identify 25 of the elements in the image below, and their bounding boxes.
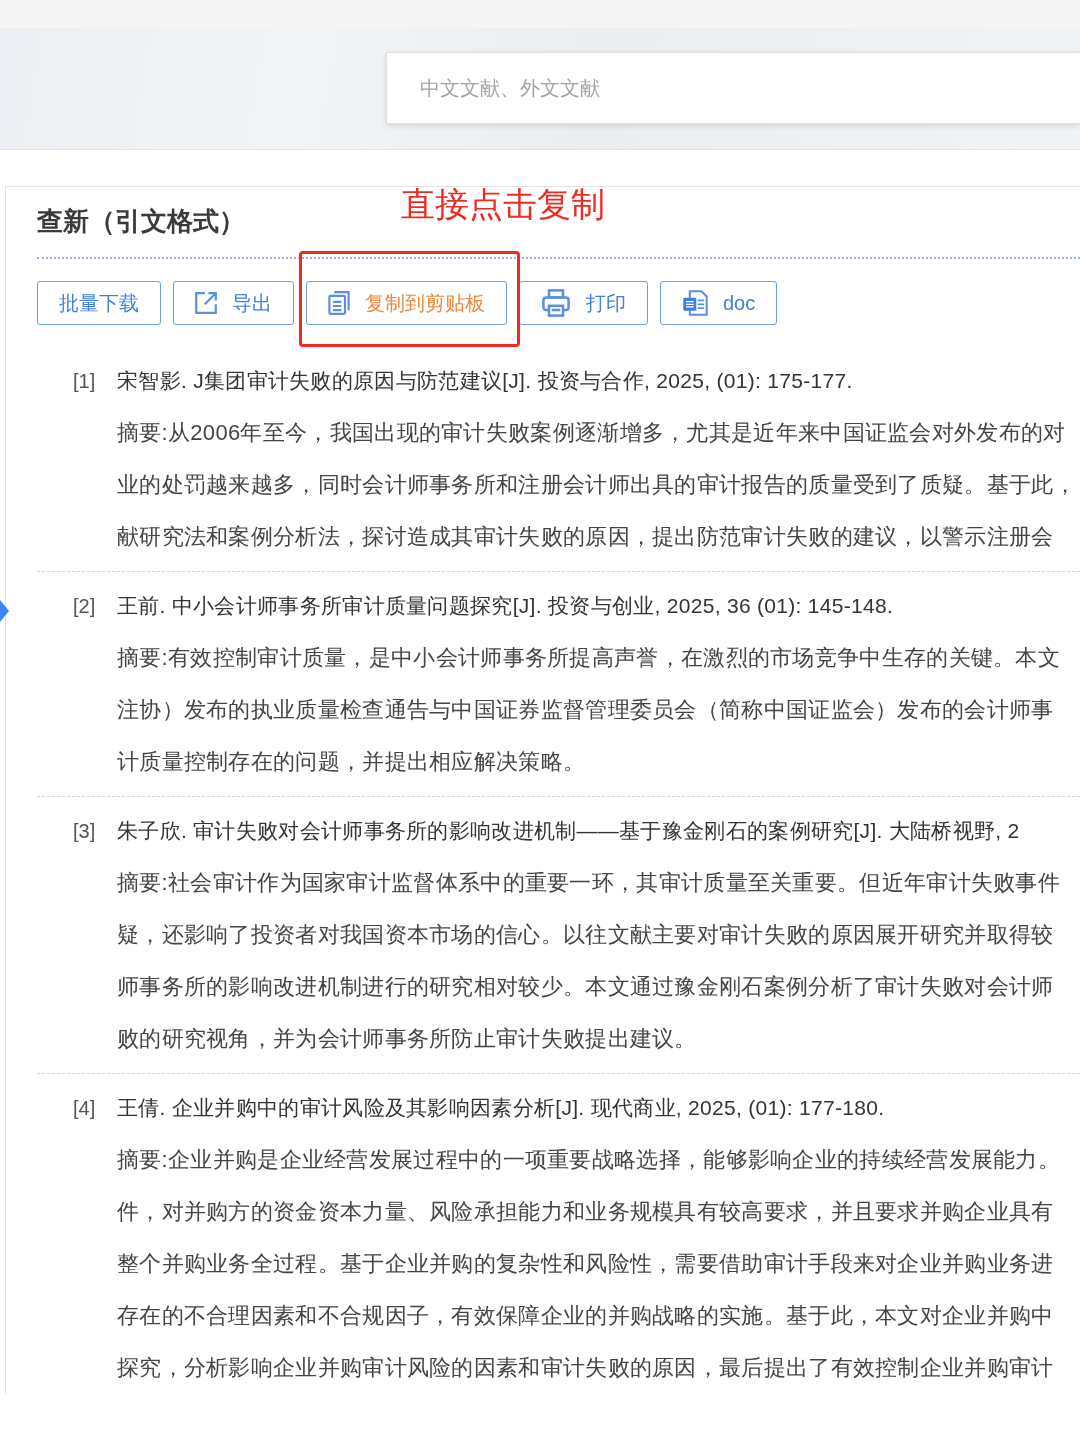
citation-text: 王前. 中小会计师事务所审计质量问题探究[J]. 投资与创业, 2025, 36 (01): 145-148. xyxy=(117,593,894,619)
abstract-text: 摘要:社会审计作为国家审计监督体系中的重要一环，其审计质量至关重要。但近年审计失败事件 疑，还影响了投资者对我国资本市场的信心。以往文献主要对审计失败的原因展开研究并取得较 师事务所的影响改进机制进行的研究相对较少。本文通过豫金刚石案例分析了审计失败对会计师 败的研究视角，并为会计师事务所防止审计失败提出建议。 xyxy=(117,869,1060,1053)
copy-to-clipboard-button[interactable]: 复制到剪贴板 xyxy=(306,281,507,325)
triangle-icon xyxy=(0,600,9,622)
panel-title: 查新（引文格式） xyxy=(37,205,245,238)
abstract-text: 摘要:企业并购是企业经营发展过程中的一项重要战略选择，能够影响企业的持续经营发展能力。 件，对并购方的资金资本力量、风险承担能力和业务规模具有较高要求，并且要求并购企业具有 整个并购业务全过程。基于企业并购的复杂性和风险性，需要借助审计手段来对企业并购业务进 存在的不合理因素和不合规因子，有效保障企业的并购战略的实施。基于此，本文对企业并购中 探究，分析影响企业并购审计风险的因素和审计失败的原因，最后提出了有效控制企业并购审计 xyxy=(117,1146,1060,1382)
reference-number: [1] xyxy=(73,369,97,394)
abstract-text: 摘要:有效控制审计质量，是中小会计师事务所提高声誉，在激烈的市场竞争中生存的关键。本文 注协）发布的执业质量检查通告与中国证券监督管理委员会（简称中国证监会）发布的会计师事 计质量控制存在的问题，并提出相应解决策略。 xyxy=(117,644,1060,776)
abstract-text: 摘要:从2006年至今，我国出现的审计失败案例逐渐增多，尤其是近年来中国证监会对外发布的对 业的处罚越来越多，同时会计师事务所和注册会计师出具的审计报告的质量受到了质疑。基于此， 献研究法和案例分析法，探讨造成其审计失败的原因，提出防范审计失败的建议，以警示注册会 xyxy=(117,419,1076,551)
printer-icon xyxy=(541,289,571,317)
citation-text: 王倩. 企业并购中的审计风险及其影响因素分析[J]. 现代商业, 2025, (01): 177-180. xyxy=(117,1095,885,1121)
batch-download-button[interactable]: 批量下载 xyxy=(37,281,161,325)
reference-number: [3] xyxy=(73,819,97,844)
citation-text: 朱子欣. 审计失败对会计师事务所的影响改进机制——基于豫金刚石的案例研究[J]. 大陆桥视野, 2 xyxy=(117,818,1020,844)
box-arrow-icon xyxy=(195,292,217,314)
reference-number: [4] xyxy=(73,1096,97,1121)
reference-number: [2] xyxy=(73,594,97,619)
annotation-text: 直接点击复制 xyxy=(401,184,605,224)
citation-text: 宋智影. J集团审计失败的原因与防范建议[J]. 投资与合作, 2025, (01): 175-177. xyxy=(117,368,853,394)
export-button[interactable]: 导出 xyxy=(173,281,294,325)
document-tile-icon xyxy=(682,290,708,316)
search-field[interactable]: 中文文献、外文文献 xyxy=(386,52,1080,124)
document-stack-icon xyxy=(328,291,350,315)
print-button[interactable]: 打印 xyxy=(519,281,648,325)
doc-button[interactable]: doc xyxy=(660,281,778,325)
